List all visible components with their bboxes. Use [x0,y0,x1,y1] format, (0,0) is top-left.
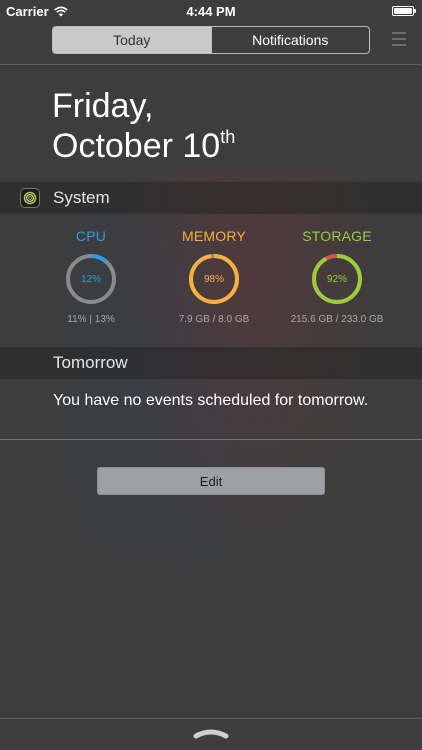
system-app-icon [20,188,40,208]
date-heading: Friday, October 10th [52,86,235,166]
tab-today[interactable]: Today [53,27,211,53]
widgets-bottom-divider [0,439,422,440]
cpu-gauge-label: CPU [75,228,107,244]
system-gauges: CPU 12% 11% | 13% MEMORY 98% 7.9 GB / 8.… [30,228,398,338]
status-time: 4:44 PM [186,4,236,19]
top-divider [0,64,422,65]
memory-gauge-percent: 98% [203,274,224,285]
memory-gauge-label: MEMORY [182,228,246,244]
menu-icon [392,32,406,46]
cpu-gauge-percent: 12% [80,274,101,285]
tab-notifications[interactable]: Notifications [210,27,370,53]
date-ordinal-suffix: th [220,127,236,147]
today-notifications-segmented-control: Today Notifications [52,26,370,54]
memory-gauge[interactable]: MEMORY 98% 7.9 GB / 8.0 GB [153,228,275,338]
system-widget-header[interactable]: System [0,182,422,214]
storage-gauge-percent: 92% [326,274,347,285]
status-bar: Carrier 4:44 PM [0,0,422,22]
cpu-gauge-detail: 11% | 13% [67,314,115,325]
tomorrow-widget-header[interactable]: Tomorrow [0,347,422,379]
storage-gauge-label: STORAGE [302,228,372,244]
battery-icon [392,6,416,16]
system-widget-title: System [53,188,110,207]
tomorrow-widget-title: Tomorrow [53,353,128,372]
chevron-up-handle-icon[interactable] [193,727,229,739]
storage-gauge-detail: 215.6 GB / 233.0 GB [290,314,384,325]
notification-center: Carrier 4:44 PM Today Notifications Frid… [0,0,422,750]
storage-gauge[interactable]: STORAGE 92% 215.6 GB / 233.0 GB [276,228,398,338]
cpu-gauge[interactable]: CPU 12% 11% | 13% [30,228,152,338]
tomorrow-message: You have no events scheduled for tomorro… [53,392,369,409]
memory-gauge-detail: 7.9 GB / 8.0 GB [178,314,250,325]
date-weekday: Friday, [52,87,154,125]
date-month-day: October 10th [52,126,235,166]
date-month-day-text: October 10 [52,127,221,165]
handle-divider [0,718,422,719]
edit-button[interactable]: Edit [97,467,325,495]
